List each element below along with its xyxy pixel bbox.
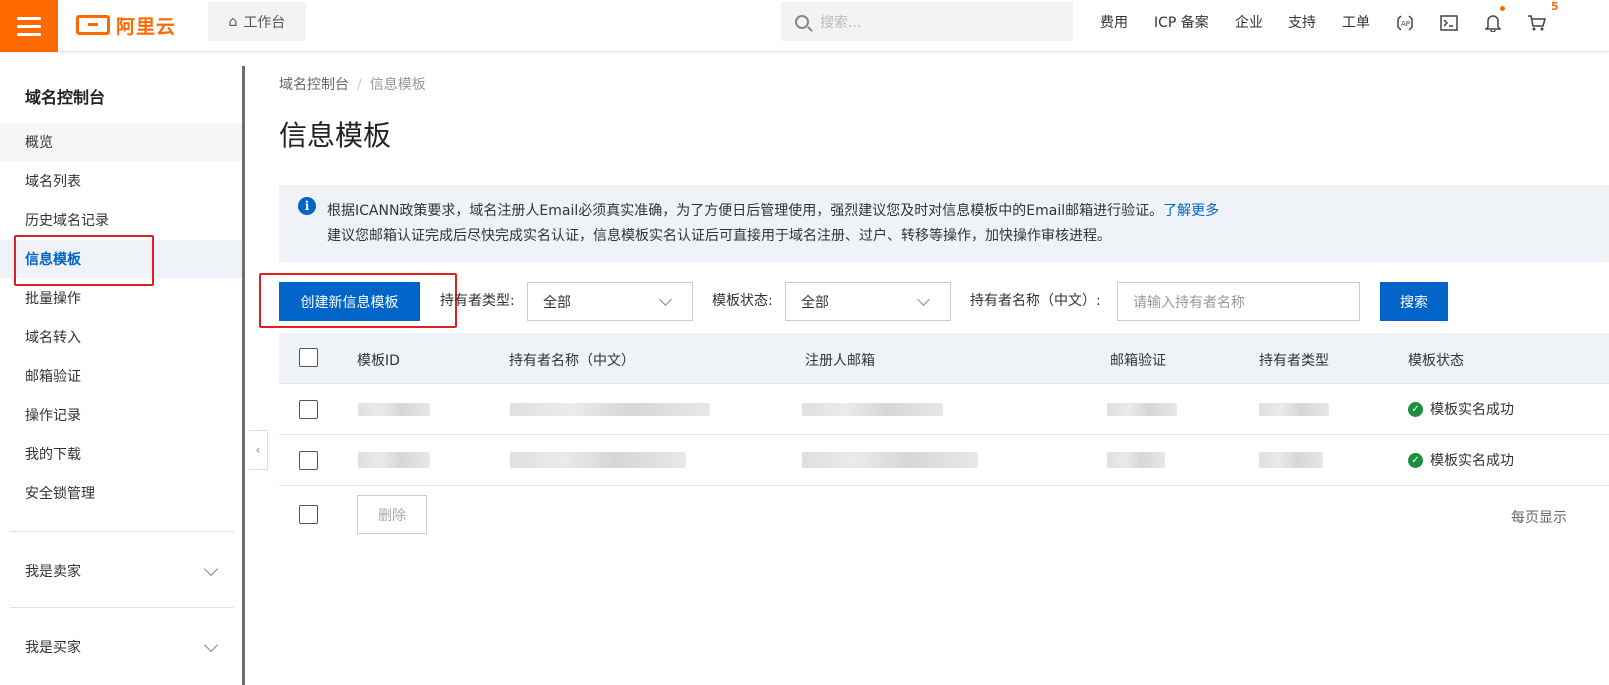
blurred-template-id [358,403,430,416]
breadcrumb-root[interactable]: 域名控制台 [279,77,349,93]
holder-name-label: 持有者名称（中文）: [970,293,1101,309]
sidebar-item-downloads[interactable]: 我的下载 [0,435,242,473]
status-text: 模板实名成功 [1430,453,1514,469]
cart-badge: 5 [1551,0,1559,13]
blurred-template-id [358,452,430,468]
sidebar-border [242,66,245,685]
notice-banner: i 根据ICANN政策要求，域名注册人Email必须真实准确，为了方便日后管理使… [279,185,1609,262]
row-checkbox[interactable] [299,451,318,470]
breadcrumb-current: 信息模板 [369,77,426,93]
sidebar-group-seller-label: 我是卖家 [25,564,81,580]
menu-icon[interactable] [0,0,58,52]
search-placeholder: 搜索... [820,14,862,31]
blurred-email-verify [1107,452,1165,468]
breadcrumb: 域名控制台 / 信息模板 [279,74,426,94]
sidebar-item-email-verify[interactable]: 邮箱验证 [0,357,242,395]
nav-support[interactable]: 支持 [1288,12,1316,32]
status-badge: ✓ 模板实名成功 [1408,399,1514,419]
notice-line-1: 根据ICANN政策要求，域名注册人Email必须真实准确，为了方便日后管理使用，… [327,199,1609,224]
check-circle-icon: ✓ [1408,401,1423,417]
sidebar-item-transfer-in[interactable]: 域名转入 [0,318,242,356]
blurred-holder-type [1259,452,1323,468]
top-bar: 阿里云 ⌂ 工作台 搜索... 费用 ICP 备案 企业 支持 工单 AP 5 [0,0,1609,52]
sidebar-divider [10,607,234,608]
col-template-id: 模板ID [357,353,400,369]
page-title: 信息模板 [279,119,392,152]
notification-dot [1500,6,1505,11]
breadcrumb-separator: / [357,77,362,93]
brand-name: 阿里云 [116,15,177,38]
bell-icon[interactable] [1482,12,1504,34]
col-email-verify: 邮箱验证 [1110,353,1166,369]
blurred-email-verify [1107,403,1177,416]
col-holder-name: 持有者名称（中文） [509,353,635,369]
aliyun-logo[interactable]: 阿里云 [76,11,176,39]
status-select[interactable]: 全部 [785,282,951,321]
holder-type-label: 持有者类型: [440,293,515,309]
blurred-email [802,403,943,416]
status-badge: ✓ 模板实名成功 [1408,450,1514,470]
blurred-holder-name [510,403,710,416]
terminal-icon[interactable] [1438,12,1460,34]
chevron-down-icon [917,292,930,306]
api-icon[interactable]: AP [1394,12,1416,34]
notice-text-1: 根据ICANN政策要求，域名注册人Email必须真实准确，为了方便日后管理使用，… [327,203,1164,219]
blurred-holder-name [510,452,686,468]
nav-fees[interactable]: 费用 [1100,12,1128,32]
sidebar-collapse-button[interactable]: ‹ [249,430,268,470]
delete-button[interactable]: 删除 [357,495,427,534]
sidebar-group-buyer-label: 我是买家 [25,640,81,656]
status-text: 模板实名成功 [1430,402,1514,418]
workbench-button[interactable]: ⌂ 工作台 [208,2,306,41]
sidebar-item-overview[interactable]: 概览 [0,123,242,161]
workbench-label: 工作台 [243,14,286,31]
table-row-divider [279,434,1609,435]
sidebar-divider [10,531,234,532]
sidebar-item-operation-log[interactable]: 操作记录 [0,396,242,434]
chevron-down-icon [203,637,219,652]
sidebar-item-security-lock[interactable]: 安全锁管理 [0,474,242,512]
chevron-down-icon [203,561,219,576]
svg-text:AP: AP [1401,20,1410,28]
row-checkbox[interactable] [299,400,318,419]
nav-ticket[interactable]: 工单 [1342,12,1370,32]
search-icon [795,14,809,29]
per-page-label: 每页显示 [1511,510,1567,526]
sidebar-item-domain-list[interactable]: 域名列表 [0,162,242,200]
learn-more-link[interactable]: 了解更多 [1163,203,1219,219]
check-circle-icon: ✓ [1408,452,1423,468]
cart-icon[interactable] [1526,12,1548,34]
col-registrant-email: 注册人邮箱 [805,353,875,369]
logo-icon [76,15,110,35]
table-row-divider [279,485,1609,486]
highlight-box-sidebar [14,235,154,286]
blurred-email [802,452,978,468]
footer-select-all-checkbox[interactable] [299,505,318,524]
col-template-status: 模板状态 [1408,353,1464,369]
col-holder-type: 持有者类型 [1259,353,1329,369]
sidebar-item-history[interactable]: 历史域名记录 [0,201,242,239]
sidebar-group-buyer[interactable]: 我是买家 [0,628,242,666]
search-button[interactable]: 搜索 [1380,282,1448,321]
highlight-box-create [259,273,457,328]
search-input[interactable]: 搜索... [781,2,1073,41]
sidebar-title: 域名控制台 [25,88,106,107]
nav-icp[interactable]: ICP 备案 [1154,12,1209,32]
sidebar-group-seller[interactable]: 我是卖家 [0,552,242,590]
holder-type-select[interactable]: 全部 [527,282,693,321]
chevron-down-icon [659,292,672,306]
info-icon: i [298,197,316,215]
select-all-checkbox[interactable] [299,348,318,367]
holder-name-input[interactable]: 请输入持有者名称 [1117,282,1360,321]
notice-line-2: 建议您邮箱认证完成后尽快完成实名认证，信息模板实名认证后可直接用于域名注册、过户… [327,228,1111,244]
table-row-divider [279,383,1609,384]
chevron-left-icon: ‹ [255,443,261,457]
blurred-holder-type [1259,403,1329,416]
home-icon: ⌂ [228,13,238,30]
holder-type-value: 全部 [543,294,571,311]
nav-enterprise[interactable]: 企业 [1235,12,1263,32]
status-value: 全部 [801,294,829,311]
status-label: 模板状态: [712,293,773,309]
